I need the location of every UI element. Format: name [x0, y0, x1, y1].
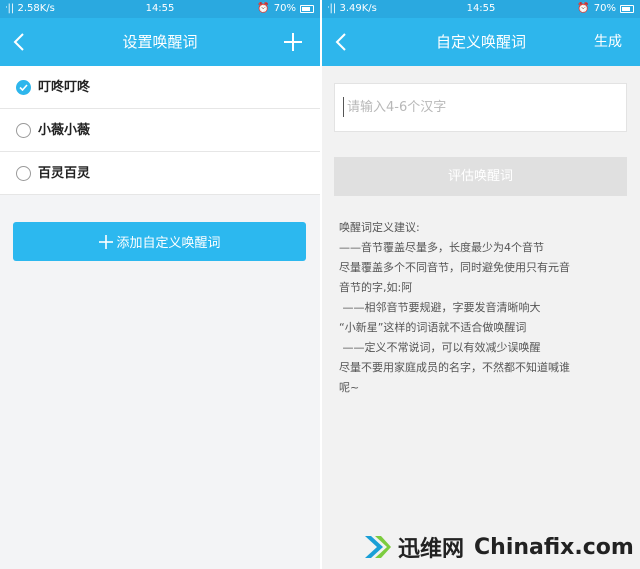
- radio-unchecked-icon[interactable]: [16, 123, 31, 138]
- wake-word-label: 百灵百灵: [38, 166, 91, 181]
- tips-line: 尽量覆盖多个不同音节，同时避免使用只有元音: [339, 261, 570, 274]
- tips-line: ——相邻音节要规避，字要发音清晰响大: [339, 301, 541, 314]
- tips-line: 尽量不要用家庭成员的名字，不然都不知道喊谁: [339, 361, 570, 374]
- chevron-logo-icon: [365, 536, 391, 558]
- radio-unchecked-icon[interactable]: [16, 166, 31, 181]
- evaluate-wake-word-button[interactable]: 评估唤醒词: [334, 157, 627, 196]
- tips-line: “小新星”这样的词语就不适合做唤醒词: [339, 321, 527, 334]
- tips-title: 唤醒词定义建议:: [339, 221, 420, 234]
- generate-button[interactable]: 生成: [594, 18, 622, 66]
- status-bar: ᐧ|| 2.58K/s 14:55 ⏰ 70%: [0, 0, 320, 18]
- watermark-en: Chinafix.com: [474, 534, 634, 560]
- status-bar: ᐧ|| 3.49K/s 14:55 ⏰ 70%: [322, 0, 640, 18]
- tips-line: ——音节覆盖尽量多，长度最少为4个音节: [339, 241, 544, 254]
- wake-word-input[interactable]: [334, 83, 627, 132]
- nav-bar: 自定义唤醒词 生成: [322, 18, 640, 66]
- add-button-label: 添加自定义唤醒词: [116, 236, 221, 251]
- wake-word-tips: 唤醒词定义建议: ——音节覆盖尽量多，长度最少为4个音节 尽量覆盖多个不同音节，…: [339, 218, 629, 398]
- plus-icon: [99, 234, 114, 249]
- radio-checked-icon[interactable]: [16, 80, 31, 95]
- tips-line: ——定义不常说词，可以有效减少误唤醒: [339, 341, 541, 354]
- page-title: 自定义唤醒词: [435, 33, 526, 51]
- status-right: ⏰ 70%: [257, 0, 314, 18]
- watermark: 迅维网 Chinafix.com: [362, 525, 640, 569]
- alarm-icon: ⏰: [257, 3, 270, 14]
- add-custom-wake-word-button[interactable]: 添加自定义唤醒词: [13, 222, 306, 261]
- battery-icon: [300, 5, 314, 13]
- custom-wake-word-screen: ᐧ|| 3.49K/s 14:55 ⏰ 70% 自定义唤醒词 生成 评估唤醒词 …: [322, 0, 640, 569]
- add-icon[interactable]: [282, 31, 304, 53]
- alarm-icon: ⏰: [577, 3, 590, 14]
- nav-bar: 设置唤醒词: [0, 18, 320, 66]
- tips-line: 呢~: [339, 381, 360, 394]
- battery-icon: [620, 5, 634, 13]
- wake-word-label: 叮咚叮咚: [38, 80, 91, 95]
- battery-percent: 70%: [593, 3, 616, 14]
- wake-word-option[interactable]: 小薇小薇: [0, 109, 320, 152]
- battery-percent: 70%: [273, 3, 296, 14]
- status-right: ⏰ 70%: [577, 0, 634, 18]
- wake-word-option[interactable]: 百灵百灵: [0, 152, 320, 195]
- wake-word-settings-screen: ᐧ|| 2.58K/s 14:55 ⏰ 70% 设置唤醒词 叮咚叮咚 小薇小薇: [0, 0, 320, 569]
- wake-word-list: 叮咚叮咚 小薇小薇 百灵百灵: [0, 66, 320, 195]
- wake-word-label: 小薇小薇: [38, 123, 91, 138]
- wake-word-option[interactable]: 叮咚叮咚: [0, 66, 320, 109]
- page-title: 设置唤醒词: [122, 33, 198, 51]
- text-caret: [343, 97, 344, 117]
- watermark-cn: 迅维网: [398, 537, 465, 562]
- tips-line: 音节的字,如:阿: [339, 281, 413, 294]
